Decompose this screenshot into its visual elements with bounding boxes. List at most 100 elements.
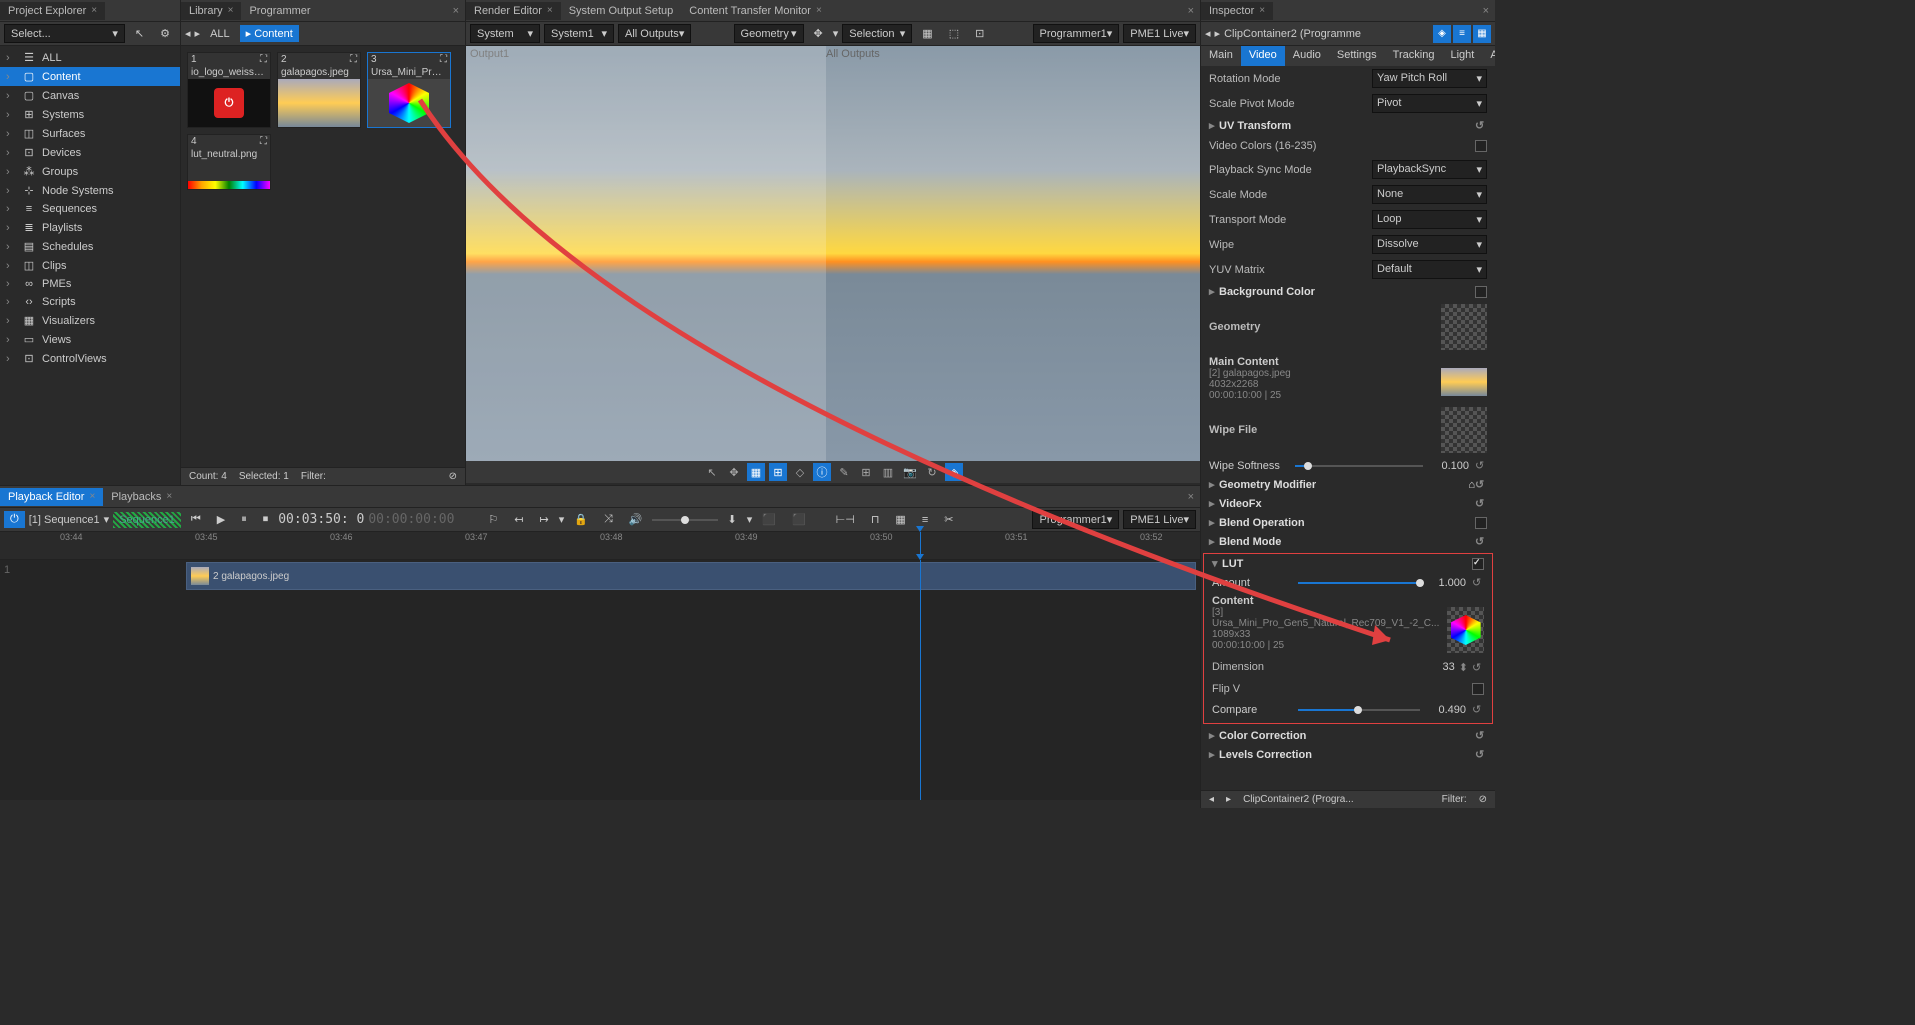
expand-icon[interactable]: › [6,278,16,290]
reset-icon[interactable]: ↺ [1472,576,1484,589]
outputs-dropdown[interactable]: All Outputs▾ [618,24,691,43]
uv-transform-section[interactable]: UV Transform [1219,120,1291,132]
blend-op-section[interactable]: Blend Operation [1219,517,1305,529]
tool-refresh[interactable]: ↻ [923,463,941,481]
tab-render-editor[interactable]: Render Editor× [466,2,561,20]
gear-icon[interactable]: ⚙ [154,25,176,42]
marker-icon[interactable]: ⚐ [482,511,504,528]
view-icon[interactable]: ◈ [1433,25,1451,43]
selection-dropdown[interactable]: Selection▾ [842,24,912,43]
expand-icon[interactable]: › [6,334,16,346]
tree-item-schedules[interactable]: ›▤Schedules [0,237,180,256]
tool-shape[interactable]: ◇ [791,463,809,481]
power-button[interactable]: ⏻ [4,511,25,528]
system-dropdown[interactable]: System▾ [470,24,540,43]
expand-icon[interactable]: › [6,90,16,102]
align-right-icon[interactable]: ⬛ [786,511,812,528]
reset-icon[interactable]: ↺ [1475,748,1487,761]
reset-icon[interactable]: ↺ [1475,459,1487,472]
library-thumb[interactable]: 1⛶io_logo_weiss_re...⏻ [187,52,271,128]
tree-item-views[interactable]: ›▭Views [0,330,180,349]
blend-mode-section[interactable]: Blend Mode [1219,536,1281,548]
library-thumb[interactable]: 3⛶Ursa_Mini_Pro_G... [367,52,451,128]
expand-icon[interactable]: › [6,166,16,178]
expand-icon[interactable]: › [6,260,16,272]
tab-system-output[interactable]: System Output Setup [561,2,682,20]
tool-camera[interactable]: 📷 [901,463,919,481]
close-icon[interactable]: × [228,5,234,16]
lock-icon[interactable]: 🔒 [568,511,594,528]
filter-content[interactable]: ▸ Content [240,25,299,42]
close-icon[interactable]: × [547,5,553,16]
main-content-thumb[interactable] [1441,368,1487,396]
tab-content-transfer[interactable]: Content Transfer Monitor× [681,2,830,20]
expand-icon[interactable]: › [6,52,16,64]
wipe-softness-slider[interactable] [1295,465,1423,467]
tool-brush[interactable]: ✎ [835,463,853,481]
expand-icon[interactable]: › [6,222,16,234]
tool-icon[interactable]: ▦ [916,25,938,42]
pointer-icon[interactable]: ↖ [129,25,150,42]
expand-icon[interactable]: ⛶ [260,136,267,147]
tree-item-playlists[interactable]: ›≣Playlists [0,218,180,237]
close-icon[interactable]: × [1477,5,1495,17]
inspector-tab-audio[interactable]: Audio [1285,46,1329,66]
expand-icon[interactable]: › [6,128,16,140]
tab-inspector[interactable]: Inspector× [1201,2,1273,20]
blend-op-checkbox[interactable] [1475,517,1487,529]
expand-icon[interactable]: ⛶ [440,54,447,65]
lut-section[interactable]: LUT [1222,558,1243,570]
levels-correction-section[interactable]: Levels Correction [1219,749,1312,761]
render-viewport[interactable]: Output1 All Outputs [466,46,1200,461]
loop-out-icon[interactable]: ↦ [534,511,555,528]
play-button[interactable]: ▶ [211,511,231,528]
tool-icon[interactable]: ⊡ [969,25,990,42]
clear-icon[interactable]: ⊘ [1479,794,1487,805]
prev-button[interactable]: ⏮ [185,511,207,528]
tool-layout[interactable]: ▥ [879,463,897,481]
lut-content-thumb[interactable] [1447,607,1484,653]
tool-icon[interactable]: ⬚ [943,25,965,42]
shuffle-icon[interactable]: ⤨ [598,511,619,528]
tree-item-all[interactable]: ›☰ALL [0,48,180,67]
transport-mode-dropdown[interactable]: Loop▾ [1372,210,1487,229]
tab-project-explorer[interactable]: Project Explorer× [0,2,105,20]
inspector-tab-light[interactable]: Light [1442,46,1482,66]
expand-icon[interactable]: › [6,241,16,253]
close-icon[interactable]: × [816,5,822,16]
scale-pivot-dropdown[interactable]: Pivot▾ [1372,94,1487,113]
tool-pick[interactable]: ↖ [703,463,721,481]
tree-item-visualizers[interactable]: ›▦Visualizers [0,311,180,330]
reset-icon[interactable]: ↺ [1475,497,1487,510]
close-icon[interactable]: × [166,491,172,502]
library-thumb[interactable]: 2⛶galapagos.jpeg [277,52,361,128]
yuv-matrix-dropdown[interactable]: Default▾ [1372,260,1487,279]
programmer-dropdown[interactable]: Programmer1▾ [1032,510,1119,529]
snap-icon[interactable]: ⊢⊣ [830,511,861,528]
flipv-checkbox[interactable] [1472,683,1484,695]
expand-icon[interactable]: › [6,353,16,365]
tab-playback-editor[interactable]: Playback Editor× [0,488,103,506]
tree-item-sequences[interactable]: ›≡Sequences [0,200,180,218]
close-icon[interactable]: × [1182,491,1200,503]
reset-icon[interactable]: ↺ [1472,703,1484,716]
sequence-name[interactable]: Sequence1 [113,512,181,528]
amount-slider[interactable] [1298,582,1420,584]
pme-dropdown[interactable]: PME1 Live▾ [1123,24,1196,43]
tree-item-node-systems[interactable]: ›⊹Node Systems [0,181,180,200]
tool-table[interactable]: ⊞ [857,463,875,481]
reset-icon[interactable]: ↺ [1475,478,1487,491]
tab-programmer[interactable]: Programmer [241,2,318,20]
inspector-tab-video[interactable]: Video [1241,46,1285,66]
geometry-thumb[interactable] [1441,304,1487,350]
sequence-label[interactable]: [1] Sequence1 [29,514,100,526]
tool-snap[interactable]: ⊞ [769,463,787,481]
cut-icon[interactable]: ✂ [938,511,959,528]
reset-icon[interactable]: ↺ [1472,661,1484,674]
close-icon[interactable]: × [89,491,95,502]
reset-icon[interactable]: ↺ [1475,119,1487,132]
playback-sync-dropdown[interactable]: PlaybackSync▾ [1372,160,1487,179]
close-icon[interactable]: × [447,5,465,17]
tree-item-scripts[interactable]: ›‹›Scripts [0,293,180,311]
tree-item-clips[interactable]: ›◫Clips [0,256,180,275]
